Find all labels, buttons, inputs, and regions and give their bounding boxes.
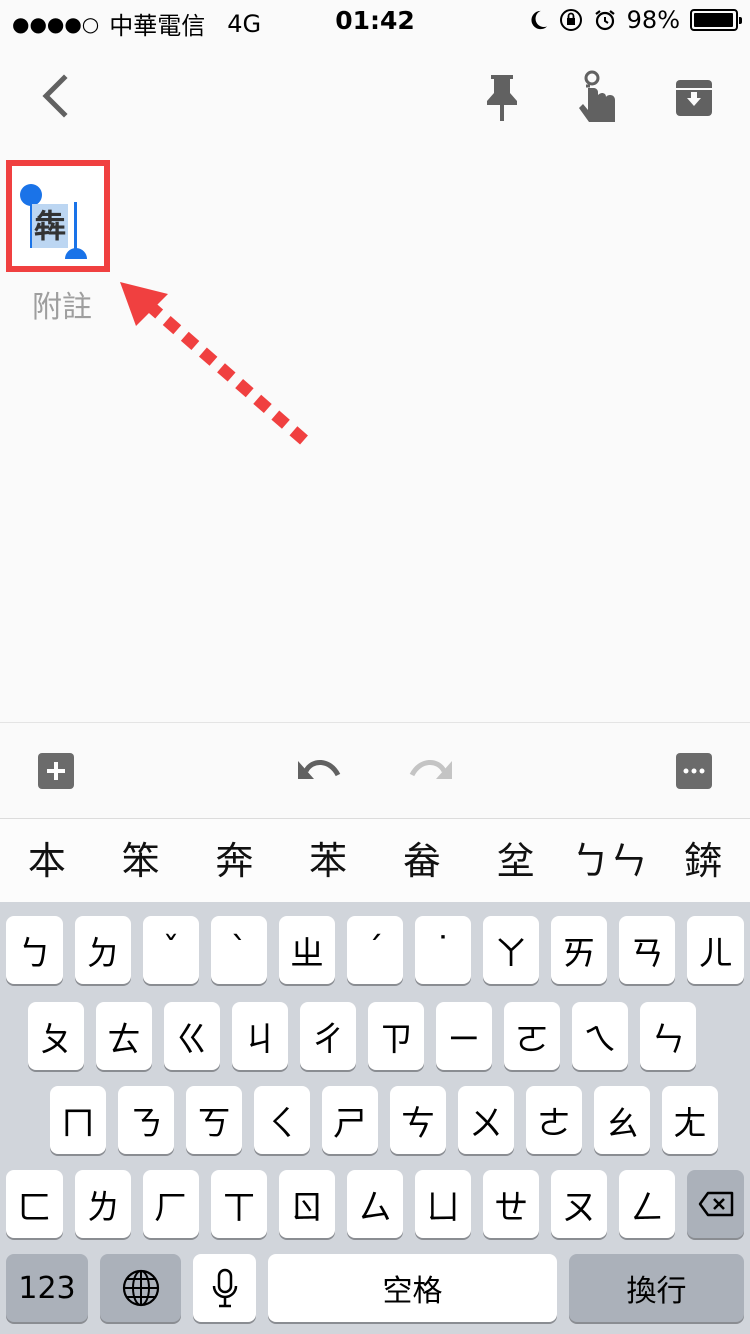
key[interactable]: ㄍ [164, 1002, 220, 1070]
edit-toolbar [0, 722, 750, 818]
undo-icon [298, 760, 341, 779]
key[interactable]: ㄋ [118, 1086, 174, 1154]
key[interactable]: ㄅ [6, 916, 63, 984]
key[interactable]: ˇ [143, 916, 199, 984]
key[interactable]: ㄜ [526, 1086, 582, 1154]
plus-box-icon [47, 762, 65, 780]
key[interactable]: ㄨ [458, 1086, 514, 1154]
key[interactable]: ㄝ [483, 1170, 539, 1238]
key[interactable]: ㄞ [551, 916, 607, 984]
key[interactable]: ㄊ [96, 1002, 152, 1070]
key[interactable]: ㄣ [640, 1002, 696, 1070]
undo-button[interactable] [296, 751, 344, 791]
space-key[interactable]: 空格 [268, 1254, 557, 1322]
globe-icon [122, 1269, 159, 1307]
redo-icon [409, 760, 452, 779]
key[interactable]: ㄡ [551, 1170, 607, 1238]
key[interactable]: ㄓ [279, 916, 335, 984]
key[interactable]: ㄌ [75, 1170, 131, 1238]
candidate-item[interactable]: 奔 [188, 819, 282, 902]
key[interactable]: ㄢ [619, 916, 675, 984]
key[interactable]: ㄙ [347, 1170, 403, 1238]
key[interactable]: ㄏ [143, 1170, 199, 1238]
keyboard-row-3: ㄇ ㄋ ㄎ ㄑ ㄕ ㄘ ㄨ ㄜ ㄠ ㄤ [0, 1086, 750, 1154]
more-button[interactable] [676, 753, 712, 789]
key[interactable]: ㄇ [50, 1086, 106, 1154]
candidate-item[interactable]: 本 [0, 819, 94, 902]
key[interactable]: ㄒ [211, 1170, 267, 1238]
keyboard-row-5: 123 空格 換行 [0, 1254, 750, 1322]
dictation-key[interactable] [193, 1254, 256, 1322]
candidate-item[interactable]: 苯 [281, 819, 375, 902]
backspace-icon [698, 1191, 733, 1217]
candidate-item[interactable]: 畚 [375, 819, 469, 902]
annotation-arrow [120, 282, 308, 445]
key[interactable]: ㄐ [232, 1002, 288, 1070]
candidate-item[interactable]: ㄅㄣ [563, 819, 657, 902]
key[interactable]: ㄚ [483, 916, 539, 984]
candidate-item[interactable]: 坌 [469, 819, 563, 902]
key[interactable]: ㄥ [619, 1170, 675, 1238]
key[interactable]: ㄈ [6, 1170, 63, 1238]
key[interactable]: ˋ [211, 916, 267, 984]
key[interactable]: ㄕ [322, 1086, 378, 1154]
return-key[interactable]: 換行 [569, 1254, 744, 1322]
key[interactable]: ㄗ [368, 1002, 424, 1070]
key[interactable]: ㄉ [75, 916, 131, 984]
candidate-bar: 本 笨 奔 苯 畚 坌 ㄅㄣ 錛 [0, 818, 750, 902]
microphone-icon [212, 1268, 237, 1308]
key[interactable]: ㄑ [254, 1086, 310, 1154]
keyboard-row-1: ㄅ ㄉ ˇ ˋ ㄓ ˊ ˙ ㄚ ㄞ ㄢ ㄦ [0, 916, 750, 984]
backspace-key[interactable] [687, 1170, 744, 1238]
candidate-item[interactable]: 錛 [656, 819, 750, 902]
key[interactable]: ㄤ [662, 1086, 718, 1154]
key[interactable]: ˊ [347, 916, 403, 984]
zhuyin-keyboard: ㄅ ㄉ ˇ ˋ ㄓ ˊ ˙ ㄚ ㄞ ㄢ ㄦ ㄆ ㄊ ㄍ ㄐ ㄔ ㄗ ㄧ ㄛ ㄟ … [0, 902, 750, 1334]
candidate-item[interactable]: 笨 [94, 819, 188, 902]
key[interactable]: ㄠ [594, 1086, 650, 1154]
key[interactable]: ㄧ [436, 1002, 492, 1070]
key[interactable]: ˙ [415, 916, 471, 984]
globe-key[interactable] [100, 1254, 181, 1322]
key[interactable]: ㄘ [390, 1086, 446, 1154]
key[interactable]: ㄎ [186, 1086, 242, 1154]
key[interactable]: ㄛ [504, 1002, 560, 1070]
redo-button[interactable] [406, 751, 454, 791]
numbers-key[interactable]: 123 [6, 1254, 88, 1322]
key[interactable]: ㄩ [415, 1170, 471, 1238]
key[interactable]: ㄦ [687, 916, 744, 984]
key[interactable]: ㄆ [28, 1002, 84, 1070]
key[interactable]: ㄖ [279, 1170, 335, 1238]
key[interactable]: ㄔ [300, 1002, 356, 1070]
keyboard-row-2: ㄆ ㄊ ㄍ ㄐ ㄔ ㄗ ㄧ ㄛ ㄟ ㄣ [0, 1002, 750, 1070]
key[interactable]: ㄟ [572, 1002, 628, 1070]
keyboard-row-4: ㄈ ㄌ ㄏ ㄒ ㄖ ㄙ ㄩ ㄝ ㄡ ㄥ [0, 1170, 750, 1238]
more-horizontal-icon [683, 768, 705, 774]
add-button[interactable] [38, 753, 74, 789]
